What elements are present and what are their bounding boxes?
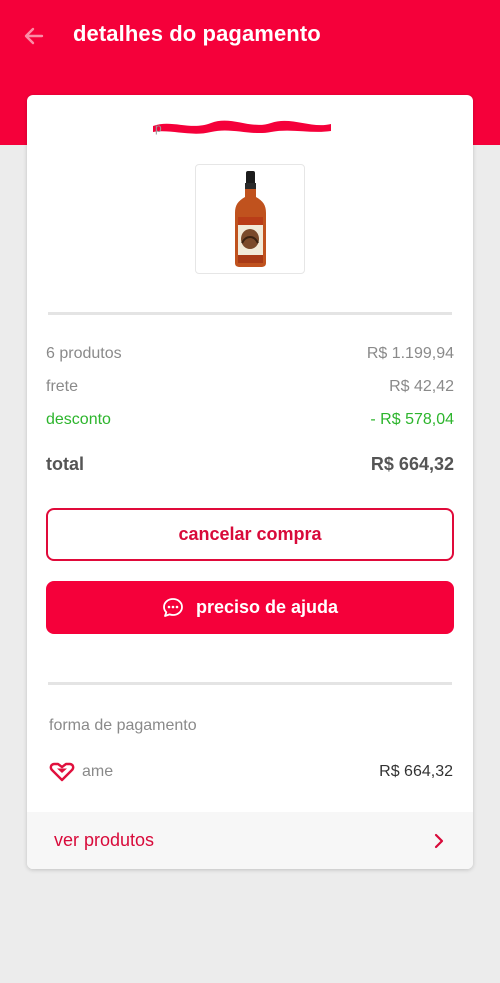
product-thumbnail[interactable]: [195, 164, 305, 274]
payment-details-card: p 6 produtos R$ 1.199,94 frete R$ 42,42 …: [27, 95, 473, 869]
cancel-purchase-button[interactable]: cancelar compra: [46, 508, 454, 561]
payment-section-label: forma de pagamento: [49, 717, 197, 734]
cancel-purchase-label: cancelar compra: [178, 524, 322, 544]
summary-value: R$ 42,42: [389, 378, 454, 395]
summary-row-discount: desconto - R$ 578,04: [46, 411, 454, 429]
payment-method-name: ame: [82, 763, 114, 780]
divider: [48, 682, 452, 685]
chevron-right-icon: [434, 833, 444, 848]
payment-amount: R$ 664,32: [379, 763, 453, 780]
view-products-label: ver produtos: [54, 830, 155, 850]
summary-value: R$ 1.199,94: [366, 345, 454, 362]
redacted-text: p: [153, 120, 331, 135]
ame-heart-icon: [49, 762, 75, 782]
back-button[interactable]: [20, 22, 48, 50]
chat-bubble-icon: [163, 597, 183, 617]
payment-method-row: ame R$ 664,32: [49, 759, 453, 785]
help-button[interactable]: preciso de ajuda: [46, 581, 454, 634]
view-products-link[interactable]: ver produtos: [27, 812, 473, 869]
whiskey-bottle-image: [235, 171, 266, 267]
summary-row-products: 6 produtos R$ 1.199,94: [46, 345, 454, 363]
help-label: preciso de ajuda: [195, 597, 339, 617]
summary-row-total: total R$ 664,32: [46, 454, 454, 475]
page-title: detalhes do pagamento: [73, 21, 321, 46]
svg-text:p: p: [155, 121, 162, 135]
total-value: R$ 664,32: [370, 454, 454, 474]
total-label: total: [46, 454, 84, 474]
divider: [48, 312, 452, 315]
summary-label: 6 produtos: [46, 345, 122, 362]
summary-row-shipping: frete R$ 42,42: [46, 378, 454, 396]
payment-method: ame: [49, 762, 113, 782]
arrow-left-icon: [24, 27, 44, 45]
summary-label: frete: [46, 378, 79, 395]
summary-value: - R$ 578,04: [370, 411, 454, 428]
summary-label: desconto: [46, 411, 111, 428]
